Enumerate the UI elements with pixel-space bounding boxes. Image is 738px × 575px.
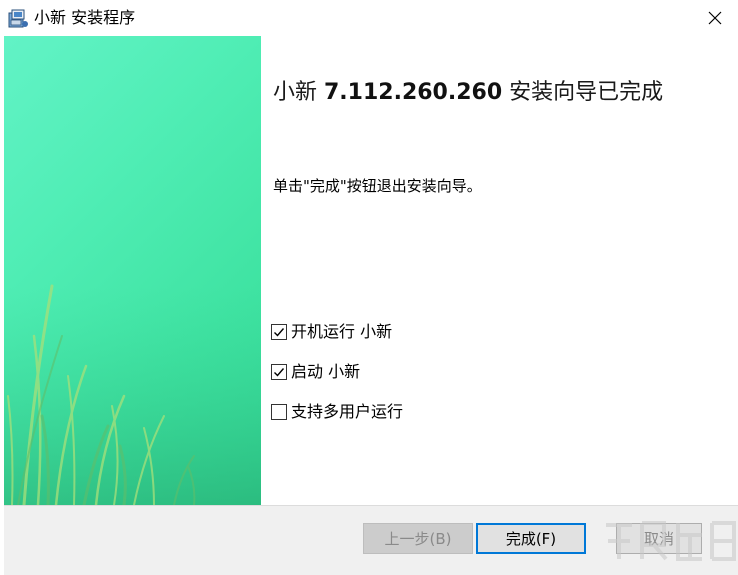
page-title: 小新 7.112.260.260 安装向导已完成 [273, 78, 663, 108]
close-button[interactable] [692, 0, 738, 36]
installer-icon [8, 9, 28, 28]
back-button[interactable]: 上一步(B) [363, 523, 473, 554]
multiuser-checkbox[interactable] [271, 404, 287, 420]
close-icon [708, 11, 722, 25]
heading-prefix: 小新 [273, 80, 324, 105]
grass-illustration [4, 284, 261, 505]
checkmark-icon [274, 328, 285, 337]
wizard-banner-image [4, 36, 261, 505]
option-launch[interactable]: 启动 小新 [271, 362, 360, 382]
wizard-content: 小新 7.112.260.260 安装向导已完成 单击"完成"按钮退出安装向导。… [261, 36, 738, 505]
title-bar: 小新 安装程序 [0, 0, 738, 36]
heading-version: 7.112.260.260 [324, 80, 503, 105]
instruction-text: 单击"完成"按钮退出安装向导。 [273, 177, 482, 195]
heading-suffix: 安装向导已完成 [502, 80, 664, 105]
launch-checkbox[interactable] [271, 364, 287, 380]
option-multiuser[interactable]: 支持多用户运行 [271, 402, 403, 422]
autostart-checkbox[interactable] [271, 324, 287, 340]
multiuser-label: 支持多用户运行 [291, 402, 404, 421]
autostart-label: 开机运行 小新 [291, 322, 393, 341]
launch-label: 启动 小新 [291, 362, 361, 381]
window-title: 小新 安装程序 [34, 8, 136, 27]
checkmark-icon [274, 368, 285, 377]
option-autostart[interactable]: 开机运行 小新 [271, 322, 392, 342]
finish-button[interactable]: 完成(F) [476, 523, 586, 554]
cancel-button[interactable]: 取消 [616, 523, 702, 554]
